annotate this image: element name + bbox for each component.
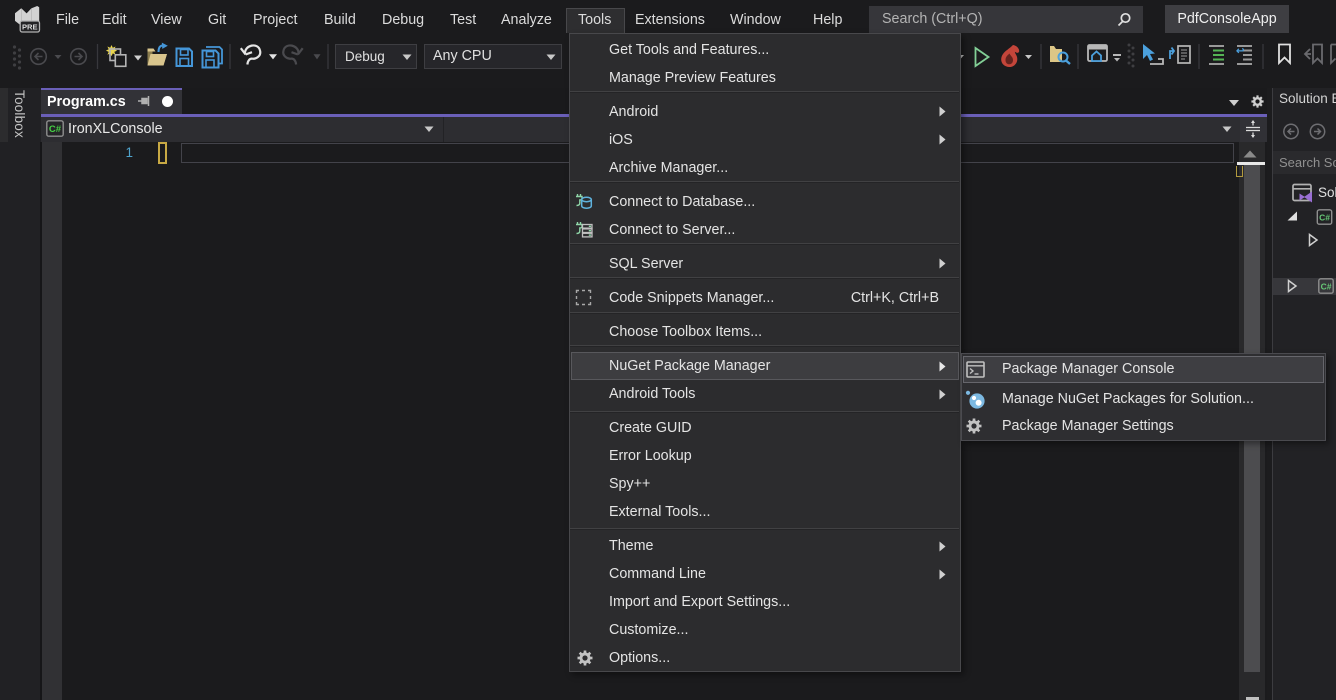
svg-text:↩: ↩ (1236, 46, 1245, 57)
svg-text:PRE: PRE (22, 22, 38, 31)
svg-text:C#: C# (49, 124, 62, 135)
svg-text:C#: C# (1321, 282, 1332, 292)
svg-text:C#: C# (1319, 212, 1330, 222)
